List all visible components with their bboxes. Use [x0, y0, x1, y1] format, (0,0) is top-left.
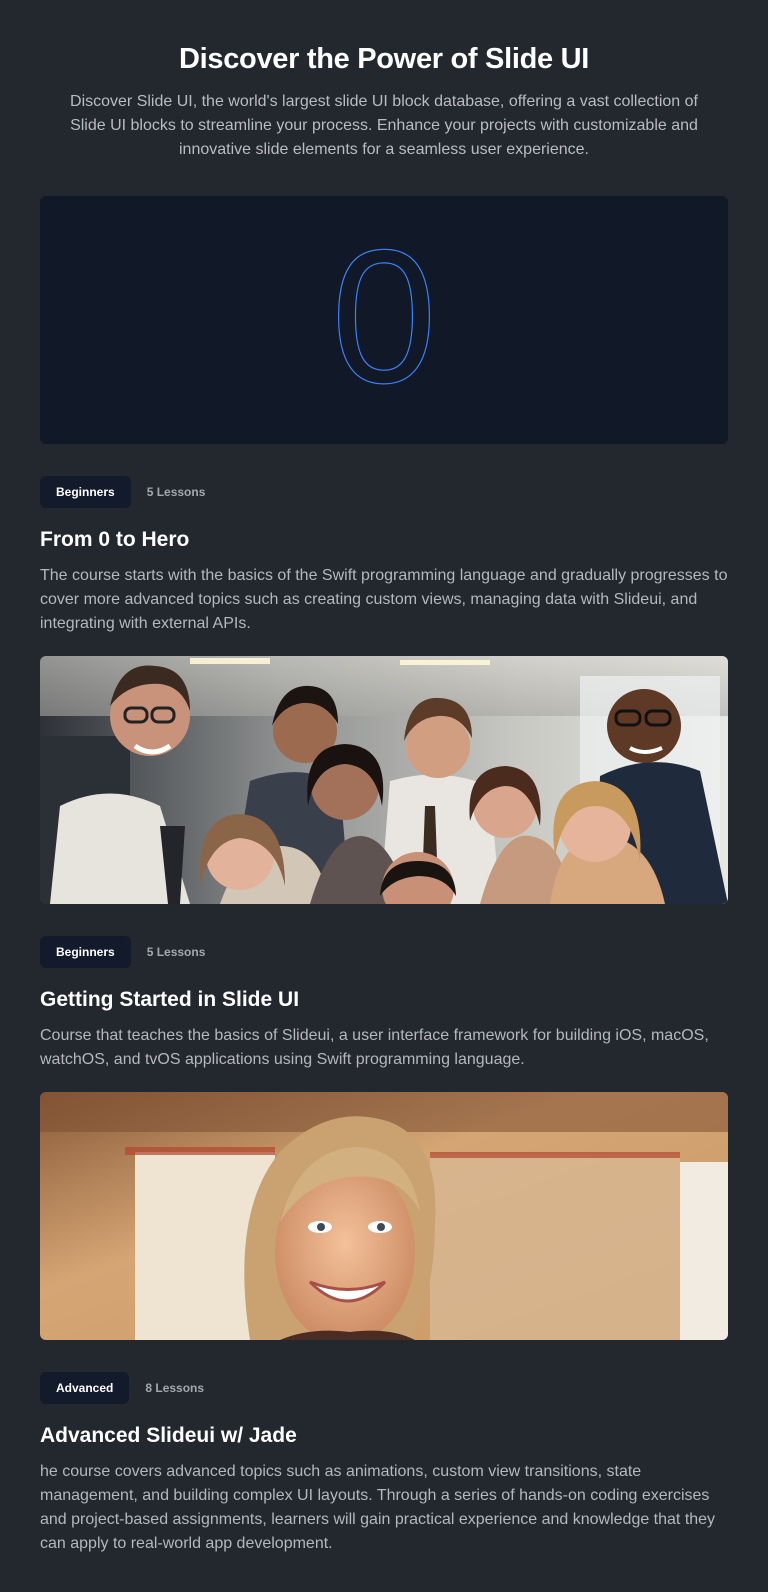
zero-graphic: 0 [331, 240, 438, 400]
page: Discover the Power of Slide UI Discover … [0, 0, 768, 1592]
level-badge[interactable]: Beginners [40, 476, 131, 508]
course-title[interactable]: Getting Started in Slide UI [40, 986, 728, 1014]
course-thumbnail-team-photo[interactable] [40, 656, 728, 904]
zero-glyph: 0 [331, 240, 437, 400]
course-list: 0 Beginners 5 Lessons From 0 to Hero The… [40, 196, 728, 1576]
course-thumbnail-zero[interactable]: 0 [40, 196, 728, 444]
page-title: Discover the Power of Slide UI [179, 43, 589, 75]
team-photo-image [40, 656, 728, 904]
lesson-count: 5 Lessons [146, 945, 206, 959]
page-subtitle: Discover Slide UI, the world's largest s… [70, 93, 698, 158]
course-thumbnail-woman-photo[interactable] [40, 1092, 728, 1340]
woman-photo-image [40, 1092, 728, 1340]
level-badge[interactable]: Advanced [40, 1372, 130, 1404]
lesson-count: 5 Lessons [146, 485, 206, 499]
level-badge[interactable]: Beginners [40, 936, 131, 968]
course-meta: Advanced 8 Lessons [40, 1372, 728, 1404]
course-card[interactable]: Beginners 5 Lessons Getting Started in S… [40, 656, 728, 1072]
course-title[interactable]: From 0 to Hero [40, 526, 728, 554]
course-description: Course that teaches the basics of Slideu… [40, 1027, 709, 1068]
lesson-count: 8 Lessons [145, 1381, 205, 1395]
course-description: he course covers advanced topics such as… [40, 1463, 716, 1552]
course-title[interactable]: Advanced Slideui w/ Jade [40, 1422, 728, 1450]
course-meta: Beginners 5 Lessons [40, 936, 728, 968]
course-card[interactable]: 0 Beginners 5 Lessons From 0 to Hero The… [40, 196, 728, 636]
hero-header: Discover the Power of Slide UI Discover … [0, 0, 768, 162]
course-description: The course starts with the basics of the… [40, 567, 728, 632]
course-card[interactable]: Advanced 8 Lessons Advanced Slideui w/ J… [40, 1092, 728, 1556]
course-meta: Beginners 5 Lessons [40, 476, 728, 508]
